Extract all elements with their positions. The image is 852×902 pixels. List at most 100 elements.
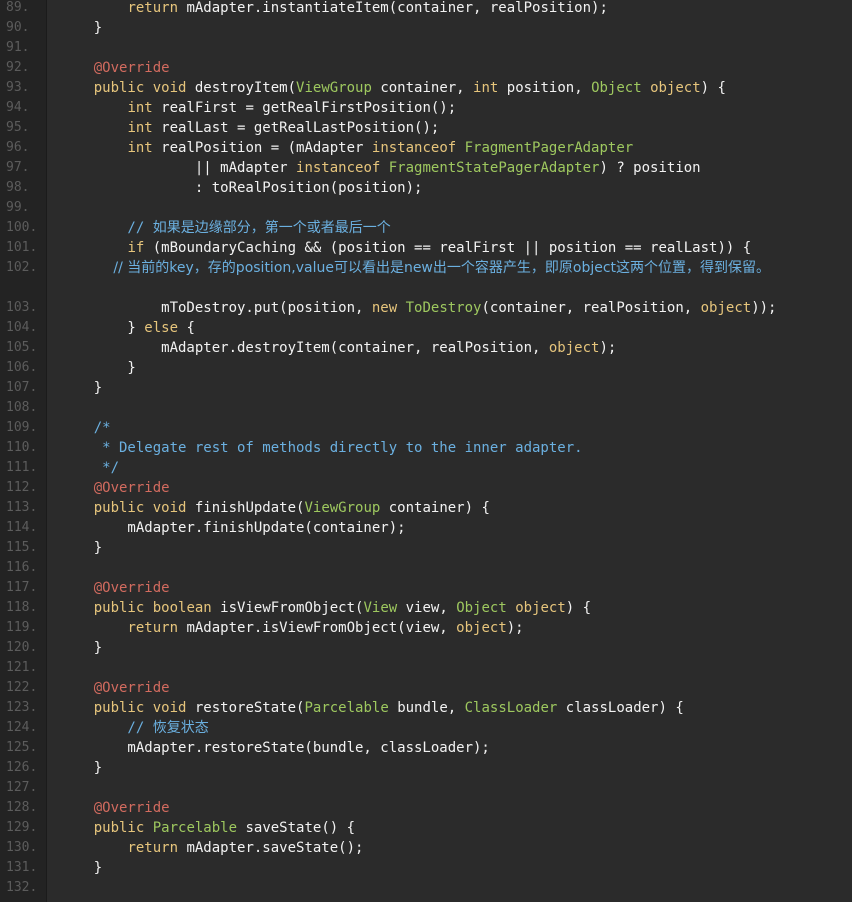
code-token: mToDestroy.put(position,	[60, 300, 372, 316]
code-text: }	[60, 638, 102, 658]
code-line[interactable]: 92. @Override	[0, 58, 852, 78]
code-line[interactable]: 125. mAdapter.restoreState(bundle, class…	[0, 738, 852, 758]
code-line[interactable]: 132.	[0, 878, 852, 898]
code-line[interactable]: 91.	[0, 38, 852, 58]
keyword-token: object	[700, 300, 752, 316]
code-line[interactable]: 117. @Override	[0, 578, 852, 598]
code-area[interactable]: 89. return mAdapter.instantiateItem(cont…	[0, 0, 852, 898]
line-number: 90.	[6, 20, 30, 35]
code-line[interactable]: 120. }	[0, 638, 852, 658]
code-line[interactable]: 116.	[0, 558, 852, 578]
keyword-token: return	[127, 0, 179, 16]
code-line[interactable]: 109. /*	[0, 418, 852, 438]
line-number: 93.	[6, 80, 30, 95]
code-line[interactable]: 115. }	[0, 538, 852, 558]
comment-token: /*	[60, 420, 111, 436]
line-number: 101.	[6, 240, 38, 255]
code-line[interactable]: 126. }	[0, 758, 852, 778]
code-text: mAdapter.finishUpdate(container);	[60, 518, 405, 538]
keyword-token: return	[127, 620, 179, 636]
code-line[interactable]: 96. int realPosition = (mAdapter instanc…	[0, 138, 852, 158]
code-text: // 恢复状态	[60, 718, 208, 738]
code-token: );	[599, 340, 617, 356]
line-number: 113.	[6, 500, 38, 515]
keyword-token: void	[152, 500, 187, 516]
code-line[interactable]: 94. int realFirst = getRealFirstPosition…	[0, 98, 852, 118]
code-text: public void finishUpdate(ViewGroup conta…	[60, 498, 490, 518]
code-line[interactable]: 119. return mAdapter.isViewFromObject(vi…	[0, 618, 852, 638]
code-text: if (mBoundaryCaching && (position == rea…	[60, 238, 751, 258]
line-number: 109.	[6, 420, 38, 435]
annotation-token: @Override	[60, 480, 170, 496]
code-token: classLoader) {	[557, 700, 684, 716]
code-line[interactable]: 130. return mAdapter.saveState();	[0, 838, 852, 858]
line-number: 94.	[6, 100, 30, 115]
keyword-token: object	[548, 340, 600, 356]
code-line[interactable]: 90. }	[0, 18, 852, 38]
code-text: public void destroyItem(ViewGroup contai…	[60, 78, 726, 98]
keyword-token: public	[93, 820, 145, 836]
code-line[interactable]: 108.	[0, 398, 852, 418]
code-line[interactable]: 107. }	[0, 378, 852, 398]
code-token: realPosition = (mAdapter	[152, 140, 372, 156]
code-token: bundle,	[388, 700, 465, 716]
code-line[interactable]: 105. mAdapter.destroyItem(container, rea…	[0, 338, 852, 358]
code-line[interactable]: 102. // 当前的key，存的position,value可以看出是new出…	[0, 258, 852, 298]
code-text: int realPosition = (mAdapter instanceof …	[60, 138, 633, 158]
code-text: */	[60, 458, 119, 478]
code-line[interactable]: 127.	[0, 778, 852, 798]
code-line[interactable]: 103. mToDestroy.put(position, new ToDest…	[0, 298, 852, 318]
line-number: 96.	[6, 140, 30, 155]
code-line[interactable]: 100. // 如果是边缘部分，第一个或者最后一个	[0, 218, 852, 238]
code-token: }	[60, 640, 103, 656]
code-line[interactable]: 106. }	[0, 358, 852, 378]
code-line[interactable]: 124. // 恢复状态	[0, 718, 852, 738]
code-line[interactable]: 97. || mAdapter instanceof FragmentState…	[0, 158, 852, 178]
code-line[interactable]: 114. mAdapter.finishUpdate(container);	[0, 518, 852, 538]
line-number: 125.	[6, 740, 38, 755]
code-line[interactable]: 93. public void destroyItem(ViewGroup co…	[0, 78, 852, 98]
code-line[interactable]: 122. @Override	[0, 678, 852, 698]
type-token: ClassLoader	[464, 700, 558, 716]
comment-token: //	[60, 720, 153, 736]
code-line[interactable]: 104. } else {	[0, 318, 852, 338]
code-token: (mBoundaryCaching && (position == realFi…	[144, 240, 752, 256]
code-text: }	[60, 858, 102, 878]
code-token: }	[60, 360, 136, 376]
code-line[interactable]: 123. public void restoreState(Parcelable…	[0, 698, 852, 718]
code-line[interactable]: 95. int realLast = getRealLastPosition()…	[0, 118, 852, 138]
code-line[interactable]: 99.	[0, 198, 852, 218]
line-number: 118.	[6, 600, 38, 615]
code-token: }	[60, 760, 103, 776]
line-number: 91.	[6, 40, 30, 55]
code-line[interactable]: 131. }	[0, 858, 852, 878]
code-line[interactable]: 111. */	[0, 458, 852, 478]
keyword-token: public	[93, 600, 145, 616]
code-token: mAdapter.restoreState(bundle, classLoade…	[60, 740, 490, 756]
code-token: : toRealPosition(position);	[60, 180, 423, 196]
code-line[interactable]: 112. @Override	[0, 478, 852, 498]
code-line[interactable]: 89. return mAdapter.instantiateItem(cont…	[0, 0, 852, 18]
code-text: @Override	[60, 798, 170, 818]
keyword-token: object	[456, 620, 507, 636]
code-line[interactable]: 118. public boolean isViewFromObject(Vie…	[0, 598, 852, 618]
code-line[interactable]: 121.	[0, 658, 852, 678]
code-line[interactable]: 110. * Delegate rest of methods directly…	[0, 438, 852, 458]
code-editor[interactable]: 89. return mAdapter.instantiateItem(cont…	[0, 0, 852, 902]
code-line[interactable]: 113. public void finishUpdate(ViewGroup …	[0, 498, 852, 518]
code-text: }	[60, 378, 102, 398]
type-token: FragmentStatePagerAdapter	[388, 160, 600, 176]
code-line[interactable]: 128. @Override	[0, 798, 852, 818]
code-line[interactable]: 98. : toRealPosition(position);	[0, 178, 852, 198]
code-text: }	[60, 758, 102, 778]
annotation-token: @Override	[60, 580, 170, 596]
code-line[interactable]: 101. if (mBoundaryCaching && (position =…	[0, 238, 852, 258]
code-line[interactable]: 129. public Parcelable saveState() {	[0, 818, 852, 838]
